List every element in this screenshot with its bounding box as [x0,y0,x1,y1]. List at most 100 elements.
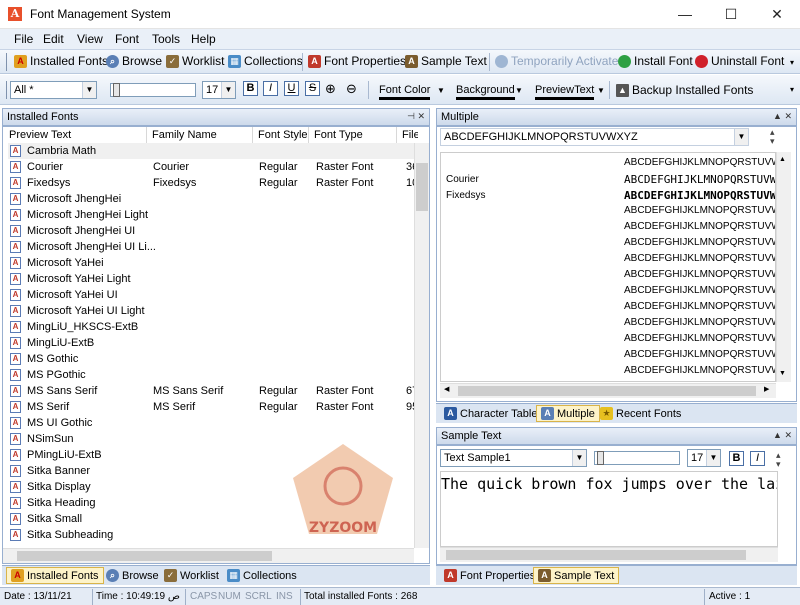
tab-character-table[interactable]: A Character Table [440,405,541,422]
zoom-out-icon[interactable]: ⊖ [346,81,357,97]
multiple-vscroll[interactable]: ▲ ▼ [776,152,791,382]
multiple-row[interactable]: Courier ABCDEFGHIJKLMNOPQRSTUVWXYZ [441,171,775,187]
hscroll-thumb[interactable] [458,386,756,396]
install-font-button[interactable]: Install Font [618,54,693,68]
uninstall-font-button[interactable]: Uninstall Font [695,54,784,68]
toolbar-grip[interactable] [6,53,7,71]
tab-installed-fonts[interactable]: A Installed Fonts [6,567,104,584]
worklist-button[interactable]: ✓ Worklist [166,54,224,68]
multiple-scroll-arrows[interactable]: ▴ ▾ [770,128,775,146]
menu-file[interactable]: File [14,32,33,46]
maximize-button[interactable]: ☐ [708,0,754,29]
backup-installed-fonts-button[interactable]: ▲ Backup Installed Fonts [616,83,753,97]
table-row[interactable]: A Microsoft YaHei UI Light [8,303,418,319]
minimize-button[interactable]: — [662,0,708,29]
pin-close-icons[interactable]: ⊣ ✕ [407,111,425,122]
chevron-down-icon[interactable]: ▼ [706,450,720,466]
table-row[interactable]: A Courier Courier Regular Raster Font 36 [8,159,418,175]
col-family-name[interactable]: Family Name [147,127,253,143]
multiple-row[interactable]: ABCDEFGHIJKLMNOPQRSTUVWXYZ [441,219,775,235]
multiple-row[interactable]: Fixedsys ABCDEFGHIJKLMNOPQRSTUVWXYZ [441,187,775,203]
toolbar2-overflow-icon[interactable]: ▾ [790,85,794,94]
multiple-row[interactable]: ABCDEFGHIJKLMNOPQRSTUVWXYZ [441,283,775,299]
menu-view[interactable]: View [77,32,103,46]
multiple-row[interactable]: ABCDEFGHIJKLMNOPQRSTUVWXYZ [441,363,775,379]
sample-scroll-arrows[interactable]: ▴ ▾ [776,451,781,469]
multiple-row[interactable]: ABCDEFGHIJKLMNOPQRSTUVWXYZ [441,251,775,267]
size-slider[interactable] [110,83,196,97]
chevron-down-icon[interactable]: ▼ [597,86,605,95]
table-row[interactable]: A Microsoft YaHei [8,255,418,271]
chevron-down-icon[interactable]: ▼ [221,82,235,98]
multiple-row[interactable]: ABCDEFGHIJKLMNOPQRSTUVWXYZ [441,347,775,363]
sample-text-area[interactable]: The quick brown fox jumps over the lazy … [440,471,778,547]
hscroll-thumb[interactable] [446,550,746,560]
table-row[interactable]: A Microsoft JhengHei Light [8,207,418,223]
scroll-thumb[interactable] [416,163,428,211]
pane-collapse-icons[interactable]: ▲ ✕ [773,430,792,441]
slider-thumb[interactable] [113,83,120,97]
multiple-row[interactable]: ABCDEFGHIJKLMNOPQRSTUVWXYZ [441,331,775,347]
close-button[interactable]: ✕ [754,0,800,29]
scroll-down-icon[interactable]: ▼ [779,370,786,377]
tab-multiple[interactable]: A Multiple [536,405,600,422]
multiple-row[interactable]: ABCDEFGHIJKLMNOPQRSTUVWXYZ [441,299,775,315]
table-row[interactable]: A Microsoft YaHei UI [8,287,418,303]
browse-button[interactable]: ⌕ Browse [106,54,162,68]
table-row[interactable]: A MingLiU-ExtB [8,335,418,351]
menu-tools[interactable]: Tools [152,32,180,46]
strike-button[interactable]: S [305,81,320,96]
toolbar2-grip[interactable] [6,81,7,99]
tab-recent-fonts[interactable]: ★ Recent Fonts [596,405,685,422]
sample-text-button[interactable]: A Sample Text [405,54,487,68]
col-font-type[interactable]: Font Type [309,127,397,143]
sample-size-combo[interactable]: 17 ▼ [687,449,721,467]
table-row[interactable]: A Microsoft JhengHei [8,191,418,207]
font-properties-button[interactable]: A Font Properties [308,54,406,68]
font-color-button[interactable]: Font Color [379,84,431,100]
sample-preset-combo[interactable]: Text Sample1 ▼ [440,449,587,467]
table-row[interactable]: A Microsoft JhengHei UI [8,223,418,239]
hscroll-thumb[interactable] [17,551,272,561]
table-row[interactable]: A Cambria Math [8,143,418,159]
multiple-row[interactable]: ABCDEFGHIJKLMNOPQRSTUVWXYZ [441,315,775,331]
sample-italic-button[interactable]: I [750,451,765,466]
installed-fonts-button[interactable]: A Installed Fonts [14,54,108,68]
table-row[interactable]: A Microsoft YaHei Light [8,271,418,287]
chevron-down-icon[interactable]: ▼ [82,82,96,98]
sample-bold-button[interactable]: B [729,451,744,466]
underline-button[interactable]: U [284,81,299,96]
table-row[interactable]: A Microsoft JhengHei UI Li... [8,239,418,255]
menu-help[interactable]: Help [191,32,216,46]
tab-browse[interactable]: ⌕ Browse [102,567,163,584]
multiple-row[interactable]: ABCDEFGHIJKLMNOPQRSTUVWXYZ [441,155,775,171]
table-row[interactable]: A MS PGothic [8,367,418,383]
tab-collections[interactable]: ▦ Collections [223,567,301,584]
multiple-text-combo[interactable]: ABCDEFGHIJKLMNOPQRSTUVWXYZ ▼ [440,128,749,146]
multiple-row[interactable]: ABCDEFGHIJKLMNOPQRSTUVWXYZ [441,235,775,251]
sample-size-slider[interactable] [594,451,680,465]
menu-font[interactable]: Font [115,32,139,46]
tab-sample-text[interactable]: A Sample Text [533,567,620,584]
background-button[interactable]: Background [456,84,515,100]
collections-button[interactable]: ▦ Collections [228,54,303,68]
chevron-down-icon[interactable]: ▼ [734,129,748,145]
chevron-down-icon[interactable]: ▼ [515,86,523,95]
installed-vscroll[interactable] [414,143,429,548]
multiple-row[interactable]: ABCDEFGHIJKLMNOPQRSTUVWXYZ [441,203,775,219]
multiple-hscroll[interactable]: ◀ ▶ [440,383,776,398]
tab-font-properties[interactable]: A Font Properties [440,567,539,584]
table-row[interactable]: A MS UI Gothic [8,415,418,431]
table-row[interactable]: A MingLiU_HKSCS-ExtB [8,319,418,335]
bold-button[interactable]: B [243,81,258,96]
table-row[interactable]: A MS Gothic [8,351,418,367]
preview-text-button[interactable]: PreviewText [535,84,595,100]
zoom-in-icon[interactable]: ⊕ [325,81,336,97]
chevron-down-icon[interactable]: ▼ [437,86,445,95]
col-preview-text[interactable]: Preview Text [4,127,147,143]
col-font-style[interactable]: Font Style [253,127,309,143]
sample-hscroll[interactable] [440,547,778,562]
menu-edit[interactable]: Edit [43,32,64,46]
multiple-row[interactable]: ABCDEFGHIJKLMNOPQRSTUVWXYZ [441,267,775,283]
italic-button[interactable]: I [263,81,278,96]
